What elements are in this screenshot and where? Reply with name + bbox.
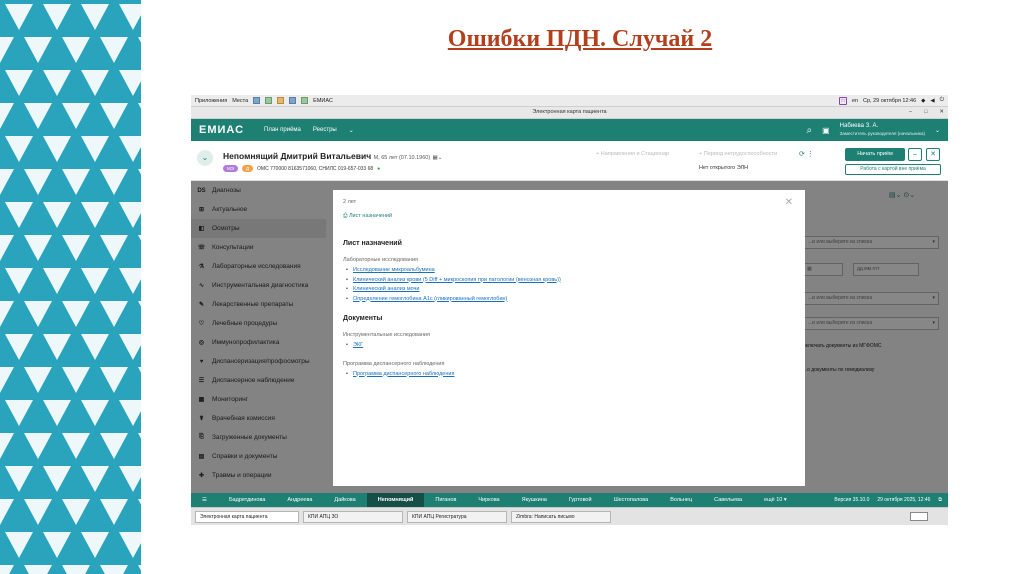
chevron-down-icon[interactable]: ⌄ — [935, 127, 940, 134]
no-eln-text: Нет открытого ЭЛН — [699, 165, 749, 171]
window-icon[interactable]: ⧉ — [938, 497, 942, 503]
window-title: Электронная карта пациента — [532, 109, 607, 115]
start-appointment-button[interactable]: Начать приём — [845, 148, 905, 161]
prescription-link[interactable]: Исследование микроальбумина — [343, 266, 793, 276]
user-name: Набиева З. А. — [839, 123, 879, 129]
close-card-button[interactable]: ✕ — [926, 148, 940, 161]
lab-list: Исследование микроальбуминаКлинический а… — [343, 266, 793, 304]
network-icon[interactable]: ◆ — [921, 98, 925, 104]
prescription-link[interactable]: Определение гемоглобина A1c (гликированн… — [343, 295, 793, 305]
check-icon: ● — [377, 165, 381, 172]
app-launcher-icon[interactable] — [265, 97, 273, 104]
patient-tab[interactable]: Шестопалова — [603, 493, 660, 507]
menu-icon[interactable]: ☰ — [191, 493, 218, 507]
decorative-triangle-pattern — [0, 0, 141, 574]
os-window-button[interactable]: КПИ АПЦ ЗО — [303, 510, 403, 523]
patient-tab[interactable]: Дайкова — [323, 493, 366, 507]
active-app-name: ЕМИАС — [313, 97, 333, 104]
patient-name-line: Непомнящий Дмитрий Витальевич М, 65 лет … — [223, 151, 442, 161]
category-label: Лабораторные исследования — [343, 257, 419, 263]
prescription-link[interactable]: ЭКГ — [343, 341, 793, 351]
tab-prescriptions[interactable]: ⎙ Лист назначений — [343, 213, 392, 220]
status-badge: Д — [241, 165, 254, 172]
modal-content: Лист назначений Лабораторные исследовани… — [343, 240, 793, 389]
os-window-button[interactable]: КПИ АПЦ Регистратура — [407, 510, 507, 523]
app-launcher-icon[interactable] — [253, 97, 261, 104]
patient-tab[interactable]: Андреева — [276, 493, 323, 507]
patient-tab[interactable]: Пиганов — [424, 493, 467, 507]
minimize-icon[interactable]: – — [909, 107, 912, 118]
patient-tab[interactable]: Чиркова — [467, 493, 510, 507]
prescriptions-modal: 2 лет ✕ ⎙ Лист назначений Лист назначени… — [333, 190, 805, 486]
instr-list: ЭКГ — [343, 341, 793, 351]
window-titlebar: Электронная карта пациента – □ ✕ — [191, 107, 948, 119]
patient-tab[interactable]: Вольнец — [659, 493, 703, 507]
version-info: Версия 35.10.0 29 октября 2025, 12:46 ⧉ — [834, 497, 948, 503]
app-launcher-icon[interactable] — [301, 97, 309, 104]
patient-oms-snils: ОМС 770000 8163571060, СНИЛС 019-657-033… — [257, 165, 374, 172]
prescription-link[interactable]: Программа диспансерного наблюдения — [343, 370, 793, 380]
patient-tab[interactable]: Гуртовой — [558, 493, 603, 507]
qr-icon[interactable]: ▦⌄ — [433, 155, 443, 161]
chevron-down-icon[interactable]: ⌄ — [197, 150, 213, 166]
menu-plan[interactable]: План приёма — [264, 127, 301, 133]
documents-heading: Документы — [343, 315, 383, 322]
taskbar-datetime: 29 октября 2025, 12:46 — [877, 497, 931, 503]
program-list: Программа диспансерного наблюдения — [343, 370, 793, 380]
patient-tab[interactable]: Савельева — [703, 493, 753, 507]
emias-logo[interactable]: ЕМИАС — [199, 124, 244, 136]
chevron-down-icon[interactable]: ⌄ — [349, 127, 354, 134]
app-launcher-icon[interactable] — [277, 97, 285, 104]
places-menu[interactable]: Места — [232, 98, 248, 104]
status-badge: МЭ — [223, 165, 238, 172]
user-role: Заместитель руководителя (начальника) — [839, 131, 925, 136]
version-text: Версия 35.10.0 — [834, 497, 870, 503]
prescription-link[interactable]: Клинический анализ мочи — [343, 285, 793, 295]
work-offline-button[interactable]: Работа с картой вне приёма — [845, 164, 941, 175]
menu-registries[interactable]: Реестры — [313, 127, 337, 133]
patient-meta: М, 65 лет (07.10.1960) — [373, 155, 431, 161]
patient-tab[interactable]: Непомнящий — [366, 493, 425, 507]
disability-period-link[interactable]: + Период нетрудоспособности — [699, 151, 777, 157]
prescription-link[interactable]: Клинический анализ крови (5 Diff + микро… — [343, 276, 793, 286]
lang-indicator[interactable]: en — [852, 98, 858, 104]
user-info[interactable]: Набиева З. А. Заместитель руководителя (… — [840, 123, 925, 137]
emias-screenshot: Приложения Места ЕМИАС □ en Ср, 29 октяб… — [191, 95, 948, 525]
close-icon[interactable]: ✕ — [785, 197, 793, 208]
print-icon: ⎙ — [343, 213, 348, 219]
briefcase-icon[interactable]: ▣ — [822, 126, 830, 135]
patient-tab[interactable]: ещё 10 ▾ — [753, 493, 798, 507]
volume-icon[interactable]: ◀ — [930, 98, 934, 104]
history-icon[interactable]: ⟳ ⋮ — [799, 150, 814, 158]
accessibility-icon[interactable]: □ — [838, 96, 847, 105]
os-window-list: Электронная карта пациента КПИ АПЦ ЗО КПИ … — [191, 507, 948, 525]
patient-header: ⌄ Непомнящий Дмитрий Витальевич М, 65 ле… — [191, 141, 948, 181]
clock[interactable]: Ср, 29 октября 12:46 — [863, 98, 916, 104]
os-window-button[interactable]: Zimbra: Написать письмо — [511, 510, 611, 523]
category-label: Инструментальные исследования — [343, 332, 430, 338]
modal-period: 2 лет — [343, 199, 357, 205]
patient-taskbar: ☰ Бадретдинова Андреева Дайкова Непомнящий П… — [191, 493, 948, 507]
app-header: ЕМИАС План приёма Реестры ⌄ ⌕ ▣ Набиева … — [191, 119, 948, 141]
patient-tab[interactable]: Бадретдинова — [218, 493, 276, 507]
patient-name: Непомнящий Дмитрий Витальевич — [223, 151, 372, 161]
slide-title: Ошибки ПДН. Случай 2 — [447, 26, 713, 52]
close-icon[interactable]: ✕ — [939, 107, 944, 118]
maximize-icon[interactable]: □ — [924, 107, 927, 118]
patient-tab[interactable]: Якушкина — [511, 493, 558, 507]
apps-menu[interactable]: Приложения — [195, 98, 227, 104]
search-icon[interactable]: ⌕ — [807, 125, 813, 136]
category-label: Программа диспансерного наблюдения — [343, 360, 445, 367]
power-icon[interactable]: ⏻ — [940, 97, 944, 104]
patient-sub-line: МЭ Д ОМС 770000 8163571060, СНИЛС 019-65… — [223, 165, 380, 172]
minimize-card-button[interactable]: – — [908, 148, 922, 161]
directions-link[interactable]: + Направления и Стационар — [596, 151, 669, 157]
modal-heading: Лист назначений — [343, 240, 402, 247]
workspace-switcher[interactable] — [910, 512, 928, 521]
app-launcher-icon[interactable] — [289, 97, 297, 104]
os-window-button[interactable]: Электронная карта пациента — [195, 510, 299, 523]
system-top-bar: Приложения Места ЕМИАС □ en Ср, 29 октяб… — [191, 95, 948, 107]
